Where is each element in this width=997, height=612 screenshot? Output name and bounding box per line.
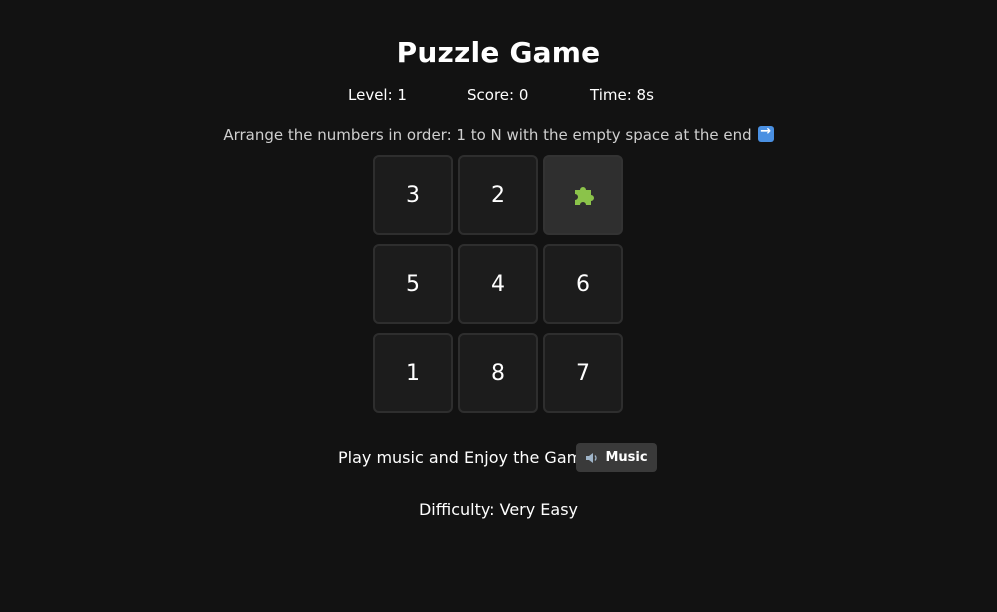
music-button[interactable]: Music	[576, 443, 657, 472]
empty-tile[interactable]	[543, 155, 623, 235]
instructions: Arrange the numbers in order: 1 to N wit…	[0, 124, 997, 144]
score-indicator: Score: 0	[467, 86, 529, 104]
level-indicator: Level: 1	[348, 86, 407, 104]
game-page: Puzzle Game Level: 1 Score: 0 Time: 8s A…	[0, 0, 997, 612]
puzzle-tile[interactable]: 5	[373, 244, 453, 324]
puzzle-tile[interactable]: 7	[543, 333, 623, 413]
puzzle-board: 3 2 5 4 6 1 8 7	[373, 155, 628, 417]
puzzle-tile[interactable]: 8	[458, 333, 538, 413]
tile-number: 5	[406, 271, 420, 297]
tile-number: 3	[406, 182, 420, 208]
tile-number: 7	[576, 360, 590, 386]
difficulty-label: Difficulty: Very Easy	[418, 500, 579, 519]
stats-bar: Level: 1 Score: 0 Time: 8s	[0, 86, 997, 106]
tile-number: 4	[491, 271, 505, 297]
instructions-text: Arrange the numbers in order: 1 to N wit…	[223, 126, 752, 144]
tile-number: 1	[406, 360, 420, 386]
arrow-right-icon	[757, 124, 774, 142]
page-title: Puzzle Game	[396, 36, 601, 69]
tile-number: 2	[491, 182, 505, 208]
speaker-icon	[586, 452, 598, 463]
puzzle-tile[interactable]: 1	[373, 333, 453, 413]
puzzle-piece-icon	[575, 187, 594, 205]
tile-number: 6	[576, 271, 590, 297]
music-prompt: Play music and Enjoy the Game	[338, 448, 593, 467]
puzzle-tile[interactable]: 2	[458, 155, 538, 235]
music-button-label: Music	[605, 450, 648, 465]
puzzle-tile[interactable]: 4	[458, 244, 538, 324]
puzzle-tile[interactable]: 3	[373, 155, 453, 235]
puzzle-tile[interactable]: 6	[543, 244, 623, 324]
timer-indicator: Time: 8s	[590, 86, 654, 104]
music-row: Play music and Enjoy the Game Music	[0, 443, 997, 473]
tile-number: 8	[491, 360, 505, 386]
